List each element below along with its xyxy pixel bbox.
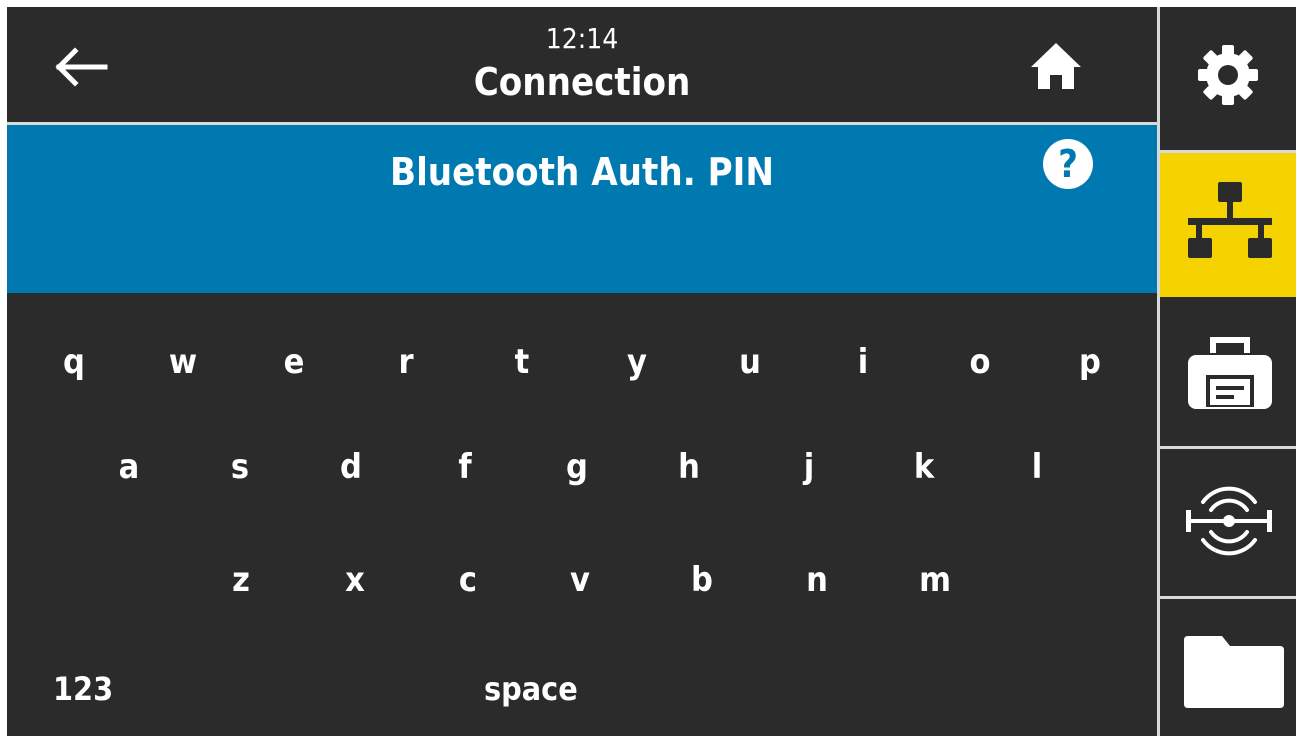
sidebar-item-print[interactable] xyxy=(1160,297,1296,446)
key-x[interactable]: x xyxy=(325,550,385,610)
folder-icon xyxy=(1184,636,1284,708)
sidebar-divider xyxy=(1160,150,1296,153)
page-title: Connection xyxy=(473,60,691,104)
key-q[interactable]: q xyxy=(44,332,104,392)
key-e[interactable]: e xyxy=(264,332,324,392)
space-key[interactable]: space xyxy=(484,659,578,719)
key-f[interactable]: f xyxy=(435,437,495,497)
sidebar-divider xyxy=(1160,596,1296,599)
key-n[interactable]: n xyxy=(787,550,847,610)
network-icon xyxy=(1188,182,1272,262)
key-w[interactable]: w xyxy=(153,332,213,392)
key-c[interactable]: c xyxy=(438,550,498,610)
main-panel: 12:14 Connection Bluetooth Auth. PIN ? q… xyxy=(7,7,1157,736)
key-o[interactable]: o xyxy=(950,332,1010,392)
key-i[interactable]: i xyxy=(833,332,893,392)
numeric-mode-key[interactable]: 123 xyxy=(53,659,113,719)
key-z[interactable]: z xyxy=(211,550,271,610)
clock-time: 12:14 xyxy=(545,22,619,55)
key-g[interactable]: g xyxy=(547,437,607,497)
key-y[interactable]: y xyxy=(607,332,667,392)
key-p[interactable]: p xyxy=(1060,332,1120,392)
sidebar-nav xyxy=(1157,7,1296,736)
sidebar-item-settings[interactable] xyxy=(1160,7,1296,150)
key-l[interactable]: l xyxy=(1007,437,1067,497)
onscreen-keyboard: q w e r t y u i o p a s d f g h j k l z … xyxy=(7,293,1157,736)
header-bar: 12:14 Connection xyxy=(7,7,1157,125)
key-a[interactable]: a xyxy=(99,437,159,497)
home-icon[interactable] xyxy=(1027,39,1085,93)
sidebar-divider xyxy=(1160,446,1296,449)
help-icon[interactable]: ? xyxy=(1043,139,1093,189)
gear-icon xyxy=(1196,43,1260,107)
key-h[interactable]: h xyxy=(659,437,719,497)
sensor-icon xyxy=(1184,480,1274,562)
key-b[interactable]: b xyxy=(672,550,732,610)
key-u[interactable]: u xyxy=(720,332,780,392)
setting-title: Bluetooth Auth. PIN xyxy=(390,150,774,194)
printer-icon xyxy=(1188,333,1272,413)
setting-banner: Bluetooth Auth. PIN ? xyxy=(7,125,1157,293)
key-k[interactable]: k xyxy=(894,437,954,497)
key-m[interactable]: m xyxy=(905,550,965,610)
key-r[interactable]: r xyxy=(376,332,436,392)
key-v[interactable]: v xyxy=(550,550,610,610)
sidebar-item-sensors[interactable] xyxy=(1160,446,1296,596)
sidebar-item-storage[interactable] xyxy=(1160,596,1296,736)
key-t[interactable]: t xyxy=(492,332,552,392)
sidebar-item-connection[interactable] xyxy=(1160,150,1296,297)
key-j[interactable]: j xyxy=(779,437,839,497)
printer-screen: 12:14 Connection Bluetooth Auth. PIN ? q… xyxy=(7,7,1296,736)
key-s[interactable]: s xyxy=(210,437,270,497)
key-d[interactable]: d xyxy=(321,437,381,497)
